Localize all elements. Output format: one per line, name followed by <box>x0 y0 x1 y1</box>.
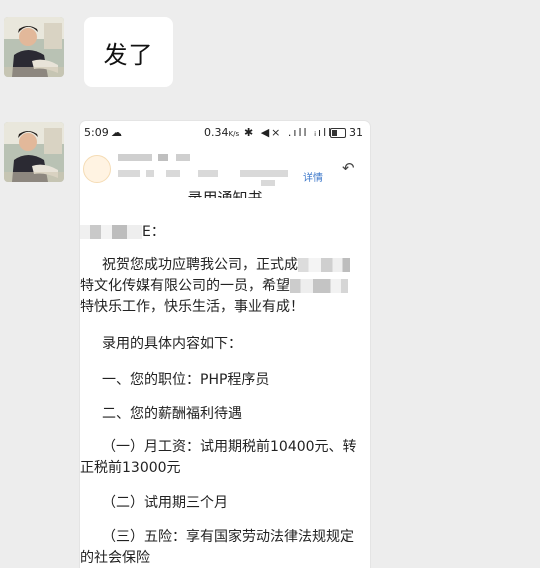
image-message[interactable]: 5:09 ☁ 0.34K/s ✱ ◀× .ıll ᵢıll 31 详情 ↶ 录用… <box>80 121 370 568</box>
mail-header: 详情 ↶ <box>80 147 370 187</box>
salutation: E： <box>80 221 165 241</box>
redacted-recipient <box>118 170 140 177</box>
paragraph-congrats: 祝贺您成功应聘我公司，正式成 <box>102 254 350 274</box>
paragraph-contents-intro: 录用的具体内容如下： <box>102 336 242 352</box>
redacted-recipient <box>240 170 288 177</box>
redacted-recipient <box>166 170 180 177</box>
paragraph-probation: （二）试用期三个月 <box>102 495 228 511</box>
cloud-icon: ☁ <box>111 126 122 139</box>
reply-icon[interactable]: ↶ <box>342 159 355 177</box>
mute-icon: ◀× <box>260 126 283 139</box>
chat-message-bubble[interactable]: 发了 <box>84 17 173 87</box>
redacted-recipient <box>146 170 154 177</box>
phone-status-bar: 5:09 ☁ 0.34K/s ✱ ◀× .ıll ᵢıll 31 <box>80 121 370 145</box>
redacted-text <box>290 279 348 293</box>
redacted-company <box>298 258 350 272</box>
bluetooth-icon: ✱ <box>244 126 256 139</box>
signal-icon: .ıll <box>287 126 309 139</box>
paragraph-insurance: 的社会保险 <box>80 550 150 566</box>
paragraph-monthly-salary: （一）月工资：试用期税前10400元、转 <box>102 439 357 455</box>
paragraph-congrats: 特快乐工作，快乐生活，事业有成！ <box>80 299 304 315</box>
redacted-recipient <box>198 170 218 177</box>
signal-icons: ✱ ◀× .ıll ᵢıll <box>244 126 333 139</box>
paragraph-salary-heading: 二、您的薪酬福利待遇 <box>102 406 242 422</box>
avatar[interactable] <box>4 122 64 182</box>
message-text: 发了 <box>103 40 154 69</box>
redacted-sender <box>158 154 168 161</box>
status-time: 5:09 <box>84 126 109 139</box>
battery-icon <box>330 128 346 138</box>
network-speed: 0.34K/s <box>204 126 240 139</box>
user-avatar-icon <box>4 17 64 77</box>
paragraph-congrats: 特文化传媒有限公司的一员，希望 <box>80 275 348 295</box>
paragraph-monthly-salary: 正税前13000元 <box>80 460 181 476</box>
document-title: 录用通知书 <box>187 189 263 198</box>
user-avatar-icon <box>4 122 64 182</box>
redacted-name <box>80 225 142 239</box>
mail-app-icon <box>83 155 111 183</box>
paragraph-insurance: （三）五险：享有国家劳动法律法规规定 <box>102 529 354 545</box>
paragraph-position: 一、您的职位：PHP程序员 <box>102 372 270 388</box>
details-link[interactable]: 详情 <box>303 169 323 184</box>
avatar[interactable] <box>4 17 64 77</box>
battery-level: 31 <box>349 126 363 139</box>
redacted-sender <box>118 154 152 161</box>
redacted-sender <box>176 154 190 161</box>
